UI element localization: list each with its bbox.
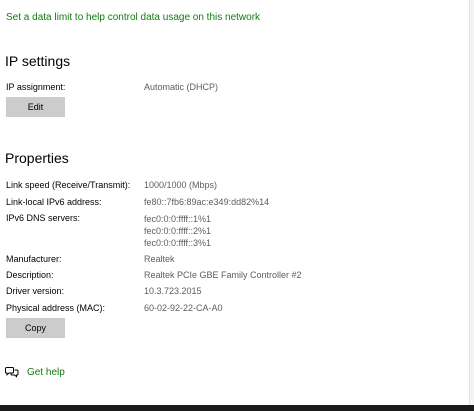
ipv6-dns-label: IPv6 DNS servers: — [6, 213, 81, 223]
manufacturer-value: Realtek — [144, 254, 175, 264]
manufacturer-label: Manufacturer: — [6, 254, 62, 264]
chat-bubbles-icon — [5, 365, 19, 379]
link-speed-label: Link speed (Receive/Transmit): — [6, 180, 131, 190]
ipv6-address-label: Link-local IPv6 address: — [6, 197, 102, 207]
taskbar-edge — [0, 405, 474, 411]
ip-assignment-value: Automatic (DHCP) — [144, 82, 219, 92]
ipv6-dns-values: fec0:0:0:ffff::1%1 fec0:0:0:ffff::2%1 fe… — [144, 213, 211, 249]
ip-settings-heading: IP settings — [5, 53, 71, 69]
edit-button[interactable]: Edit — [6, 97, 65, 117]
description-value: Realtek PCIe GBE Family Controller #2 — [144, 270, 302, 280]
set-data-limit-link[interactable]: Set a data limit to help control data us… — [6, 12, 260, 23]
scrollbar-track[interactable] — [469, 0, 474, 405]
dns-server-2: fec0:0:0:ffff::2%1 — [144, 226, 212, 236]
get-help[interactable]: Get help — [5, 365, 65, 379]
driver-version-value: 10.3.723.2015 — [144, 286, 202, 296]
get-help-link[interactable]: Get help — [27, 367, 65, 378]
ipv6-address-value: fe80::7fb6:89ac:e349:dd82%14 — [144, 197, 270, 207]
ip-assignment-label: IP assignment: — [6, 82, 66, 92]
properties-heading: Properties — [5, 150, 69, 166]
link-speed-value: 1000/1000 (Mbps) — [144, 180, 218, 190]
dns-server-3: fec0:0:0:ffff::3%1 — [144, 238, 212, 248]
mac-address-value: 60-02-92-22-CA-A0 — [144, 303, 223, 313]
mac-address-label: Physical address (MAC): — [6, 303, 106, 313]
description-label: Description: — [6, 270, 54, 280]
copy-button[interactable]: Copy — [6, 318, 65, 338]
driver-version-label: Driver version: — [6, 286, 65, 296]
dns-server-1: fec0:0:0:ffff::1%1 — [144, 214, 212, 224]
network-properties-pane: Set a data limit to help control data us… — [0, 0, 470, 405]
